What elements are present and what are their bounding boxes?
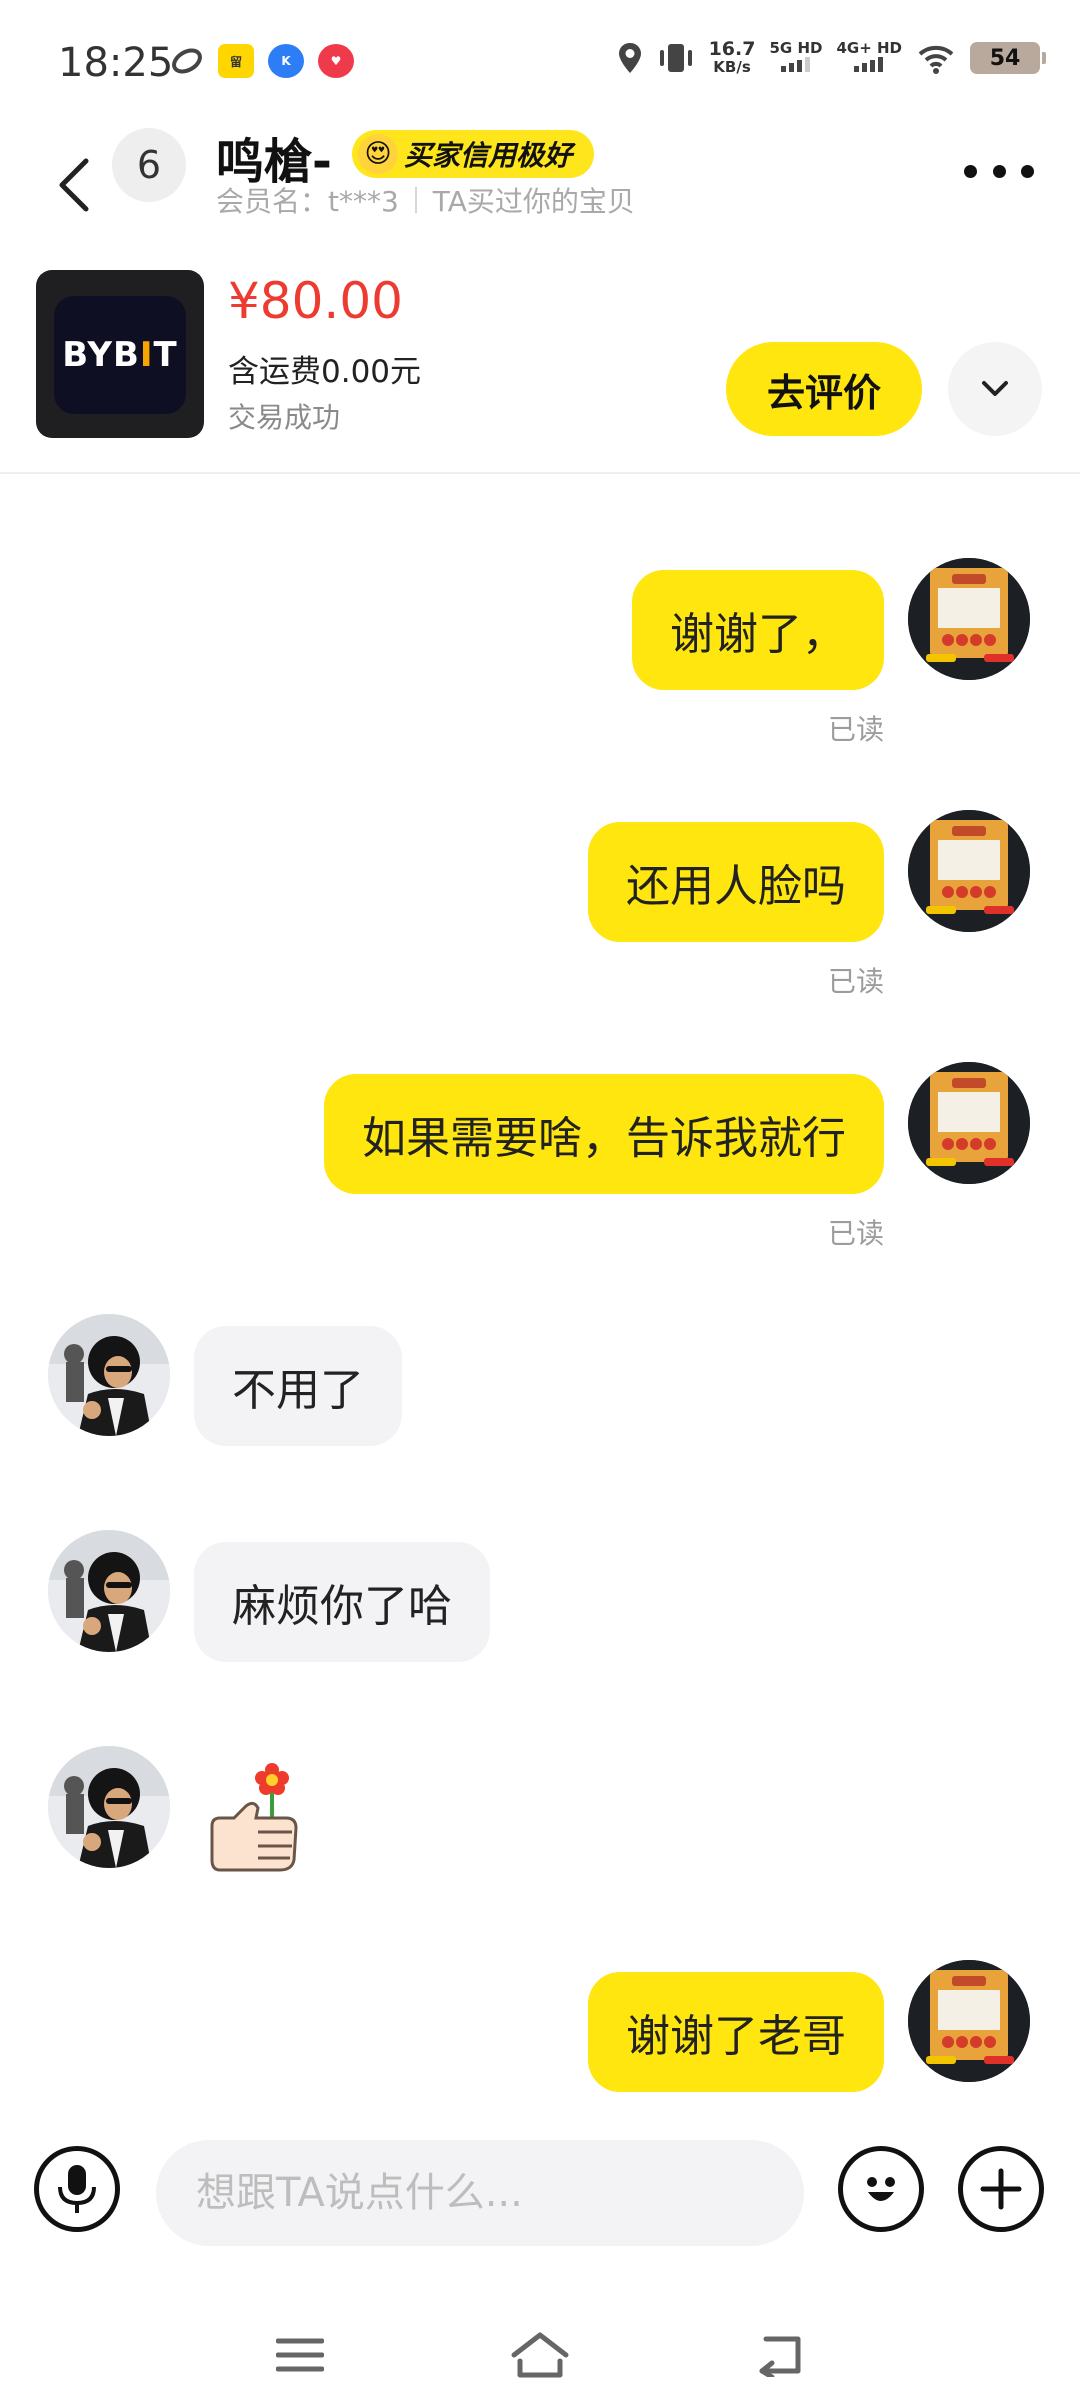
my-avatar[interactable] bbox=[908, 810, 1030, 932]
signal-bars-icon bbox=[854, 57, 884, 72]
my-avatar[interactable] bbox=[908, 558, 1030, 680]
qzone-icon bbox=[172, 48, 202, 74]
chevron-left-icon bbox=[59, 158, 89, 212]
contact-avatar[interactable] bbox=[48, 1314, 170, 1436]
product-price: ¥80.00 bbox=[228, 272, 403, 330]
my-avatar[interactable] bbox=[908, 1062, 1030, 1184]
trade-status: 交易成功 bbox=[228, 401, 341, 434]
divider bbox=[414, 187, 417, 213]
voice-button[interactable] bbox=[34, 2146, 120, 2232]
nav-home-button[interactable] bbox=[500, 2320, 580, 2390]
thumbs-up-flower-icon bbox=[210, 1763, 298, 1872]
avatar-person-icon bbox=[48, 1314, 170, 1436]
status-right: 16.7 KB/s 5G HD 4G+ HD 54 bbox=[617, 38, 1046, 77]
member-name: 会员名：t***3 bbox=[216, 185, 399, 218]
microphone-icon bbox=[58, 2165, 96, 2213]
message-bubble-received[interactable]: 麻烦你了哈 bbox=[194, 1542, 490, 1662]
message-bubble-received[interactable]: 不用了 bbox=[194, 1326, 402, 1446]
home-icon bbox=[511, 2332, 569, 2378]
credit-badge[interactable]: 😍 买家信用极好 bbox=[352, 130, 595, 178]
chat-header: 6 鸣槍- 😍 买家信用极好 会员名：t***3 TA买过你的宝贝 bbox=[0, 120, 1080, 250]
signal-5g: 5G HD bbox=[769, 41, 822, 75]
speed-value: 16.7 bbox=[708, 38, 756, 60]
bybit-logo: BYB I T bbox=[54, 296, 186, 414]
battery-indicator: 54 bbox=[970, 42, 1046, 74]
avatar-person-icon bbox=[48, 1746, 170, 1868]
nav-back-button[interactable] bbox=[740, 2320, 820, 2390]
vibrate-icon bbox=[659, 44, 692, 72]
net1-label: 5G HD bbox=[769, 39, 823, 57]
product-thumbnail[interactable]: BYB I T bbox=[36, 270, 204, 438]
logo-text: BYB bbox=[62, 335, 140, 375]
shipping-info: 含运费0.00元 bbox=[228, 354, 422, 390]
avatar-game-icon bbox=[908, 1062, 1030, 1184]
signal-bars-icon bbox=[780, 57, 810, 72]
network-speed: 16.7 KB/s bbox=[708, 38, 756, 77]
expand-button[interactable] bbox=[948, 342, 1042, 436]
purchase-note: TA买过你的宝贝 bbox=[432, 185, 635, 218]
logo-text-end: T bbox=[153, 335, 178, 375]
review-button[interactable]: 去评价 bbox=[726, 342, 922, 436]
more-dot-icon bbox=[1021, 164, 1034, 178]
read-receipt: 已读 bbox=[827, 1217, 884, 1250]
credit-badge-label: 买家信用极好 bbox=[404, 139, 573, 172]
contact-avatar[interactable] bbox=[48, 1530, 170, 1652]
smiley-icon bbox=[867, 2177, 895, 2201]
status-time: 18:25 bbox=[58, 40, 174, 86]
speed-unit: KB/s bbox=[713, 58, 751, 76]
avatar-game-icon bbox=[908, 810, 1030, 932]
read-receipt: 已读 bbox=[827, 965, 884, 998]
emoji-button[interactable] bbox=[838, 2146, 924, 2232]
location-icon bbox=[618, 43, 641, 73]
back-button[interactable] bbox=[44, 140, 104, 230]
back-arrow-icon bbox=[759, 2336, 801, 2377]
wifi-icon bbox=[918, 45, 954, 74]
avatar-game-icon bbox=[908, 1960, 1030, 2082]
app-yellow-icon: 留 bbox=[218, 44, 254, 78]
avatar-person-icon bbox=[48, 1530, 170, 1652]
unread-count-badge[interactable]: 6 bbox=[112, 128, 186, 202]
avatar-game-icon bbox=[908, 558, 1030, 680]
member-info: 会员名：t***3 TA买过你的宝贝 bbox=[216, 180, 635, 220]
read-receipt: 已读 bbox=[827, 713, 884, 746]
logo-accent: I bbox=[139, 335, 154, 375]
nav-menu-button[interactable] bbox=[260, 2320, 340, 2390]
app-blue-k-icon: K bbox=[268, 44, 304, 78]
system-nav-bar bbox=[0, 2300, 1080, 2408]
more-dot-icon bbox=[964, 164, 977, 178]
more-options-button[interactable] bbox=[964, 156, 1034, 186]
thumbs-up-flower-sticker[interactable] bbox=[206, 1756, 306, 1880]
product-card[interactable]: BYB I T ¥80.00 含运费0.00元 交易成功 去评价 bbox=[0, 250, 1080, 474]
status-bar: 18:25 留 K ♥ 16.7 KB/s 5G HD 4G+ HD 54 bbox=[0, 0, 1080, 120]
heart-eyes-emoji-icon: 😍 bbox=[358, 134, 398, 174]
contact-avatar[interactable] bbox=[48, 1746, 170, 1868]
message-bubble-sent[interactable]: 如果需要啥，告诉我就行 bbox=[324, 1074, 884, 1194]
net2-label: 4G+ HD bbox=[836, 39, 902, 57]
signal-4g: 4G+ HD bbox=[836, 41, 902, 75]
plus-icon bbox=[980, 2168, 1022, 2210]
app-red-icon: ♥ bbox=[318, 44, 354, 78]
more-actions-button[interactable] bbox=[958, 2146, 1044, 2232]
more-dot-icon bbox=[992, 164, 1006, 178]
message-bubble-sent[interactable]: 谢谢了， bbox=[632, 570, 884, 690]
message-input[interactable] bbox=[156, 2140, 804, 2246]
message-bubble-sent[interactable]: 谢谢了老哥 bbox=[588, 1972, 884, 2092]
chevron-down-icon bbox=[982, 381, 1008, 396]
message-bubble-sent[interactable]: 还用人脸吗 bbox=[588, 822, 884, 942]
menu-icon bbox=[276, 2338, 324, 2372]
input-bar bbox=[0, 2130, 1080, 2260]
my-avatar[interactable] bbox=[908, 1960, 1030, 2082]
status-app-icons: 留 K ♥ bbox=[170, 44, 354, 78]
